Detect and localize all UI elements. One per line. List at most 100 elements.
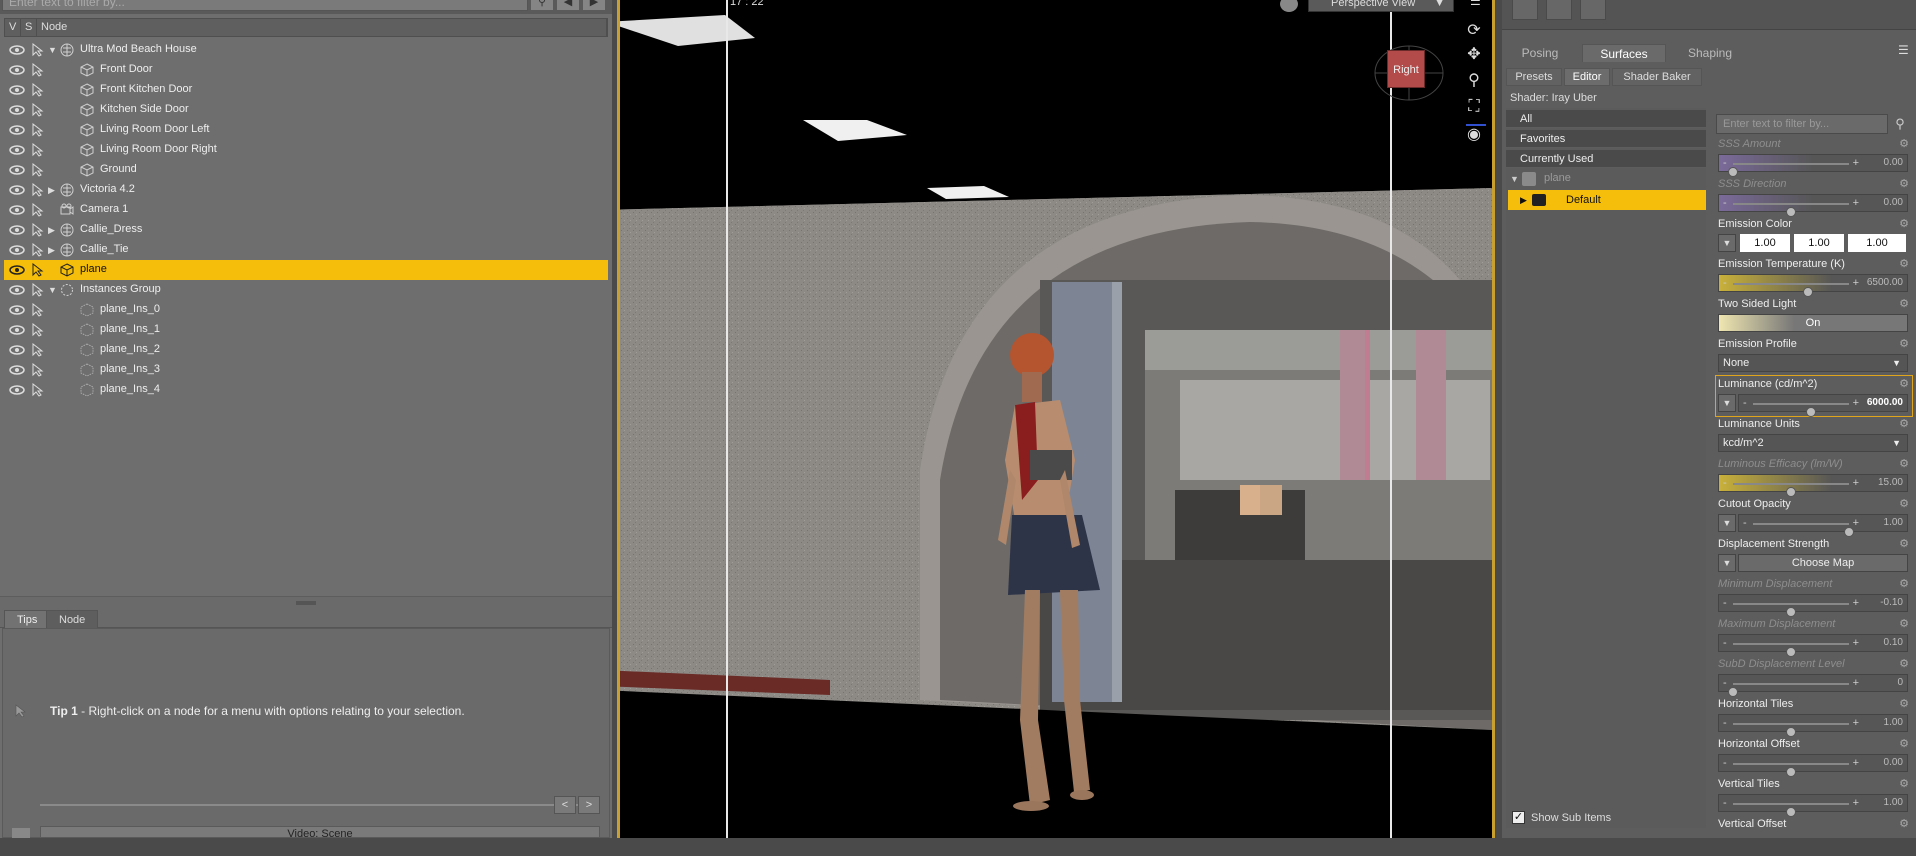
property-value[interactable]: -0.10	[1880, 595, 1903, 611]
property-slider[interactable]: - +0.00	[1718, 154, 1908, 177]
scene-node-row[interactable]: ▶ Callie_Dress	[4, 220, 608, 240]
category-currently-used[interactable]: Currently Used	[1506, 150, 1706, 168]
tab-shaping[interactable]: Shaping	[1672, 44, 1748, 62]
eye-icon[interactable]	[8, 83, 26, 97]
gear-icon[interactable]: ⚙	[1898, 738, 1910, 750]
scene-node-row[interactable]: Camera 1	[4, 200, 608, 220]
plus-icon[interactable]: +	[1853, 515, 1859, 531]
plus-icon[interactable]: +	[1853, 475, 1859, 491]
tab-tips[interactable]: Tips	[4, 610, 51, 629]
selectable-icon[interactable]	[30, 342, 46, 357]
property-filter-input[interactable]: Enter text to filter by...	[1716, 114, 1888, 134]
chevron-right-icon[interactable]: ▶	[48, 245, 58, 255]
gear-icon[interactable]: ⚙	[1898, 658, 1910, 670]
plus-icon[interactable]: +	[1853, 755, 1859, 771]
property-value[interactable]: 0	[1897, 675, 1903, 691]
gear-icon[interactable]: ⚙	[1898, 258, 1910, 270]
gear-icon[interactable]: ⚙	[1898, 458, 1910, 470]
scene-node-row[interactable]: plane_Ins_4	[4, 380, 608, 400]
scene-node-row[interactable]: Front Door	[4, 60, 608, 80]
tab-posing[interactable]: Posing	[1506, 44, 1574, 62]
gear-icon[interactable]: ⚙	[1898, 618, 1910, 630]
menu-icon[interactable]: ☰	[1470, 0, 1484, 8]
scene-node-row[interactable]: Kitchen Side Door	[4, 100, 608, 120]
eye-icon[interactable]	[8, 143, 26, 157]
eye-icon[interactable]	[8, 63, 26, 77]
property-slider[interactable]: - +15.00	[1718, 474, 1908, 497]
eye-icon[interactable]	[8, 183, 26, 197]
eye-icon[interactable]	[8, 323, 26, 337]
tab-shader-baker[interactable]: Shader Baker	[1612, 68, 1702, 86]
chevron-down-icon[interactable]: ▼	[1718, 234, 1736, 252]
eye-icon[interactable]	[8, 243, 26, 257]
scene-node-row[interactable]: Living Room Door Right	[4, 140, 608, 160]
property-slider[interactable]: - +0	[1718, 674, 1908, 697]
selectable-icon[interactable]	[30, 222, 46, 237]
chevron-down-icon[interactable]: ▼	[1718, 514, 1736, 532]
category-favorites[interactable]: Favorites	[1506, 130, 1706, 148]
selectable-icon[interactable]	[30, 282, 46, 297]
property-slider[interactable]: - +0.10	[1718, 634, 1908, 657]
slider-track[interactable]	[1733, 643, 1849, 657]
scene-node-row[interactable]: plane	[4, 260, 608, 280]
minus-icon[interactable]: -	[1723, 635, 1727, 651]
property-slider[interactable]: - +6000.00	[1738, 394, 1908, 417]
slider-track[interactable]	[1733, 763, 1849, 777]
minus-icon[interactable]: -	[1743, 515, 1747, 531]
tip-next-button[interactable]: >	[578, 796, 600, 814]
slider-track[interactable]	[1733, 283, 1849, 297]
scene-node-row[interactable]: ▼ Ultra Mod Beach House	[4, 40, 608, 60]
eye-icon[interactable]	[8, 303, 26, 317]
color-g-field[interactable]: 1.00	[1794, 234, 1844, 252]
gear-icon[interactable]: ⚙	[1898, 298, 1910, 310]
property-slider[interactable]: - +1.00	[1718, 714, 1908, 737]
minus-icon[interactable]: -	[1723, 275, 1727, 291]
selectable-icon[interactable]	[30, 182, 46, 197]
selectable-icon[interactable]	[30, 162, 46, 177]
property-value[interactable]: 1.00	[1884, 715, 1903, 731]
selectable-column-header[interactable]: S	[21, 19, 37, 36]
selectable-icon[interactable]	[30, 142, 46, 157]
view-select[interactable]: Perspective View ▼	[1308, 0, 1454, 12]
plus-icon[interactable]: +	[1853, 795, 1859, 811]
viewport[interactable]	[620, 0, 1492, 838]
gear-icon[interactable]: ⚙	[1898, 498, 1910, 510]
minus-icon[interactable]: -	[1723, 755, 1727, 771]
property-value[interactable]: 0.00	[1884, 755, 1903, 771]
eye-icon[interactable]	[8, 43, 26, 57]
property-slider[interactable]: - +6500.00	[1718, 274, 1908, 297]
selectable-icon[interactable]	[30, 242, 46, 257]
minus-icon[interactable]: -	[1723, 155, 1727, 171]
gear-icon[interactable]: ⚙	[1898, 818, 1910, 830]
plus-icon[interactable]: +	[1853, 715, 1859, 731]
minus-icon[interactable]: -	[1743, 395, 1747, 411]
scene-node-row[interactable]: plane_Ins_3	[4, 360, 608, 380]
property-slider[interactable]: - + -0.10	[1718, 594, 1908, 617]
chevron-down-icon[interactable]: ▼	[1718, 394, 1736, 412]
slider-track[interactable]	[1733, 203, 1849, 217]
selectable-icon[interactable]	[30, 262, 46, 277]
gear-icon[interactable]: ⚙	[1898, 218, 1910, 230]
property-slider[interactable]: - +0.00	[1718, 754, 1908, 777]
prev-arrow-icon[interactable]: ◀	[556, 0, 580, 11]
selectable-icon[interactable]	[30, 82, 46, 97]
gear-icon[interactable]: ⚙	[1898, 698, 1910, 710]
orbit-icon[interactable]: ⟳	[1463, 20, 1485, 42]
selectable-icon[interactable]	[30, 202, 46, 217]
frame-icon[interactable]: ⛶	[1463, 96, 1485, 118]
property-dropdown[interactable]: kcd/m^2 ▼	[1718, 434, 1908, 452]
selectable-icon[interactable]	[30, 362, 46, 377]
pan-icon[interactable]: ✥	[1463, 44, 1485, 66]
eye-icon[interactable]	[8, 103, 26, 117]
minus-icon[interactable]: -	[1723, 195, 1727, 211]
surface-tree-root[interactable]: plane	[1544, 172, 1571, 184]
gear-icon[interactable]: ⚙	[1898, 418, 1910, 430]
plus-icon[interactable]: +	[1853, 275, 1859, 291]
minus-icon[interactable]: -	[1723, 675, 1727, 691]
plus-icon[interactable]: +	[1853, 595, 1859, 611]
selectable-icon[interactable]	[30, 42, 46, 57]
chevron-down-icon[interactable]: ▼	[48, 45, 58, 55]
view-cube-face[interactable]: Right	[1387, 50, 1425, 88]
property-value[interactable]: 1.00	[1884, 795, 1903, 811]
choose-map-button[interactable]: Choose Map	[1738, 554, 1908, 572]
